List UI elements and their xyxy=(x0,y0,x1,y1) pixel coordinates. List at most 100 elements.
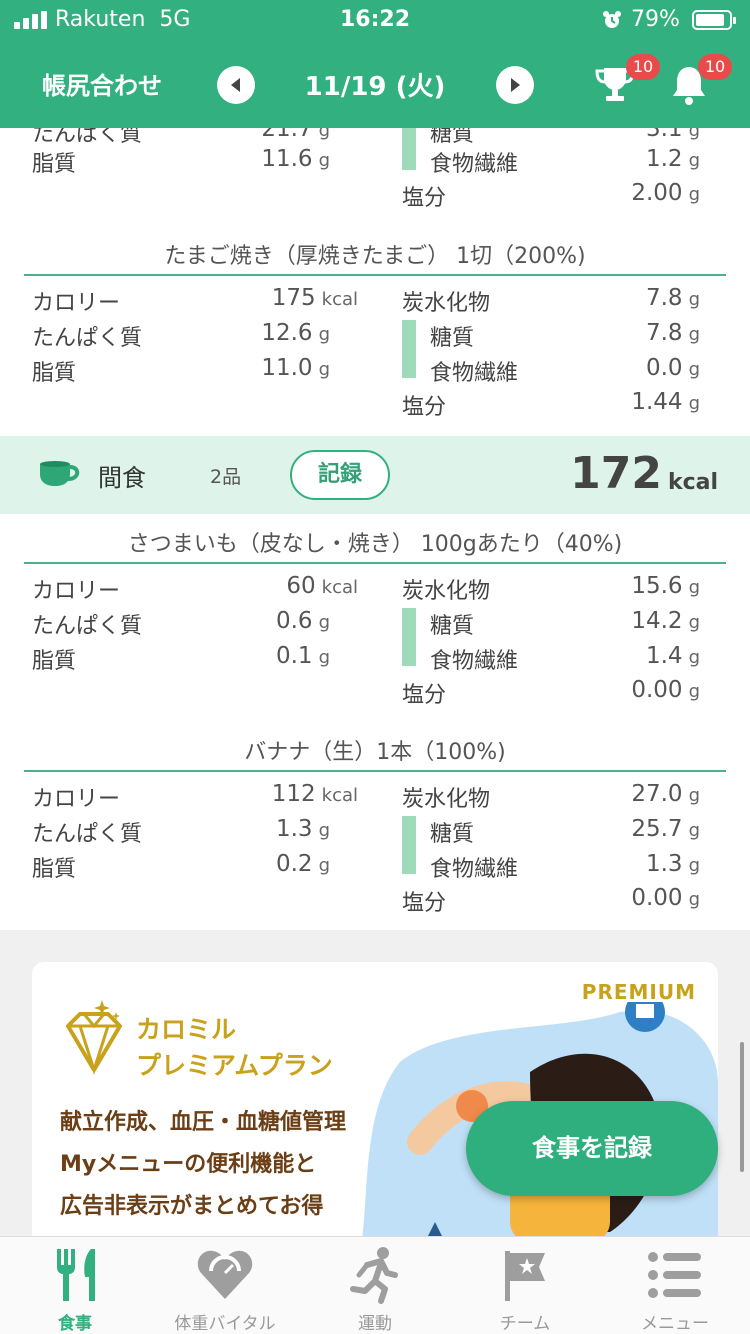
bell-badge: 10 xyxy=(698,54,732,80)
status-bar: Rakuten 5G 16:22 79% xyxy=(0,0,750,42)
sugar-label: 糖質 xyxy=(430,128,475,147)
sugar-value: 7.8 g xyxy=(645,320,700,346)
fat-value: 11.0 g xyxy=(261,355,330,381)
carb-label: 炭水化物 xyxy=(402,787,491,812)
salt-label: 塩分 xyxy=(402,186,447,211)
item-count: 2品 xyxy=(210,466,242,488)
calorie-label: カロリー xyxy=(32,579,121,604)
food-name: さつまいも（皮なし・焼き） 100gあたり（40%) xyxy=(127,532,623,557)
protein-value: 1.3 g xyxy=(275,816,330,842)
fiber-value: 1.4 g xyxy=(645,643,700,669)
runner-icon xyxy=(350,1247,398,1304)
snack-section-header[interactable]: 間食 2品 記録 172 kcal xyxy=(0,436,750,514)
cup-icon xyxy=(40,461,80,486)
tab-menu[interactable]: メニュー xyxy=(600,1237,750,1334)
sugar-value: 3.1 g xyxy=(645,128,700,142)
sugar-label: 糖質 xyxy=(430,326,475,351)
record-meal-button[interactable]: 食事を記録 xyxy=(466,1101,718,1196)
fiber-label: 食物繊維 xyxy=(430,649,519,674)
salt-value: 2.00 g xyxy=(631,180,700,206)
fat-label: 脂質 xyxy=(32,649,77,674)
carb-value: 7.8 g xyxy=(645,285,700,311)
calorie-label: カロリー xyxy=(32,787,121,812)
fat-label: 脂質 xyxy=(32,857,77,882)
divider xyxy=(24,274,726,276)
fat-value: 0.1 g xyxy=(275,643,330,669)
chevron-left-icon xyxy=(231,78,240,92)
tab-label: メニュー xyxy=(641,1314,709,1334)
list-icon xyxy=(648,1252,701,1298)
tab-label: 運動 xyxy=(358,1314,392,1334)
flag-icon xyxy=(505,1251,545,1301)
fiber-label: 食物繊維 xyxy=(430,857,519,882)
date-label[interactable]: 11/19 (火) xyxy=(270,66,480,103)
fat-value: 0.2 g xyxy=(275,851,330,877)
trophy-badge: 10 xyxy=(626,54,660,80)
tab-weight-vital[interactable]: 体重バイタル xyxy=(150,1237,300,1334)
salt-label: 塩分 xyxy=(402,395,447,420)
alarm-icon xyxy=(603,11,621,28)
meal-detail-scroll[interactable]: たんぱく質 21.7 g 脂質 11.6 g 糖質 3.1 g 食物繊維 1.2 g 塩… xyxy=(0,128,750,1236)
app-header: 帳尻合わせ 11/19 (火) 10 10 xyxy=(0,42,750,128)
premium-title-line2: プレミアムプラン xyxy=(136,1051,333,1080)
premium-tag: PREMIUM xyxy=(581,980,696,1004)
carb-value: 27.0 g xyxy=(631,781,700,807)
premium-title-line1: カロミル xyxy=(136,1015,237,1044)
tab-team[interactable]: チーム xyxy=(450,1237,600,1334)
tab-meal[interactable]: 食事 xyxy=(0,1237,150,1334)
protein-label: たんぱく質 xyxy=(32,326,143,351)
protein-value: 12.6 g xyxy=(261,320,330,346)
protein-label: たんぱく質 xyxy=(32,614,143,639)
fat-label: 脂質 xyxy=(32,361,77,386)
fiber-label: 食物繊維 xyxy=(430,152,519,177)
meal-kcal-unit: kcal xyxy=(667,470,718,495)
protein-label: たんぱく質 xyxy=(32,128,143,147)
carb-label: 炭水化物 xyxy=(402,291,491,316)
divider xyxy=(24,770,726,772)
heart-scale-icon xyxy=(197,1250,253,1299)
tab-label: チーム xyxy=(499,1314,551,1334)
meal-name: 間食 xyxy=(98,464,146,492)
sugar-label: 糖質 xyxy=(430,614,475,639)
salt-value: 1.44 g xyxy=(631,389,700,415)
tab-exercise[interactable]: 運動 xyxy=(300,1237,450,1334)
salt-value: 0.00 g xyxy=(631,677,700,703)
fiber-value: 1.3 g xyxy=(645,851,700,877)
calorie-value: 175 kcal xyxy=(271,285,358,311)
carb-breakdown-bar xyxy=(402,816,416,874)
tab-label: 体重バイタル xyxy=(174,1314,276,1334)
prev-day-button[interactable] xyxy=(217,66,255,104)
sugar-label: 糖質 xyxy=(430,822,475,847)
page-title: 帳尻合わせ xyxy=(42,72,162,100)
chevron-right-icon xyxy=(511,78,520,92)
food-name: たまご焼き（厚焼きたまご） 1切（200%) xyxy=(164,244,586,269)
fiber-label: 食物繊維 xyxy=(430,361,519,386)
carb-breakdown-bar xyxy=(402,320,416,378)
protein-value: 0.6 g xyxy=(275,608,330,634)
fiber-value: 1.2 g xyxy=(645,146,700,172)
carb-value: 15.6 g xyxy=(631,573,700,599)
sugar-value: 14.2 g xyxy=(631,608,700,634)
salt-value: 0.00 g xyxy=(631,885,700,911)
food-name: バナナ（生）1本（100%) xyxy=(244,740,506,765)
salt-label: 塩分 xyxy=(402,683,447,708)
calorie-label: カロリー xyxy=(32,291,121,316)
calorie-value: 60 kcal xyxy=(286,573,358,599)
fat-value: 11.6 g xyxy=(261,146,330,172)
protein-label: たんぱく質 xyxy=(32,822,143,847)
tab-label: 食事 xyxy=(58,1314,92,1334)
divider xyxy=(24,562,726,564)
scrollbar[interactable] xyxy=(740,1042,744,1172)
carb-label: 炭水化物 xyxy=(402,579,491,604)
battery-percent: 79% xyxy=(631,7,680,32)
record-button[interactable]: 記録 xyxy=(290,450,390,500)
meal-kcal-total: 172 xyxy=(570,448,662,499)
next-day-button[interactable] xyxy=(496,66,534,104)
carb-breakdown-bar xyxy=(402,608,416,666)
fork-knife-icon xyxy=(57,1249,95,1301)
carb-breakdown-bar xyxy=(402,128,416,170)
premium-feature: 広告非表示がまとめてお得 xyxy=(60,1194,324,1219)
premium-feature: 献立作成、血圧・血糖値管理 xyxy=(60,1110,347,1135)
protein-value: 21.7 g xyxy=(261,128,330,142)
battery-icon xyxy=(692,10,736,30)
